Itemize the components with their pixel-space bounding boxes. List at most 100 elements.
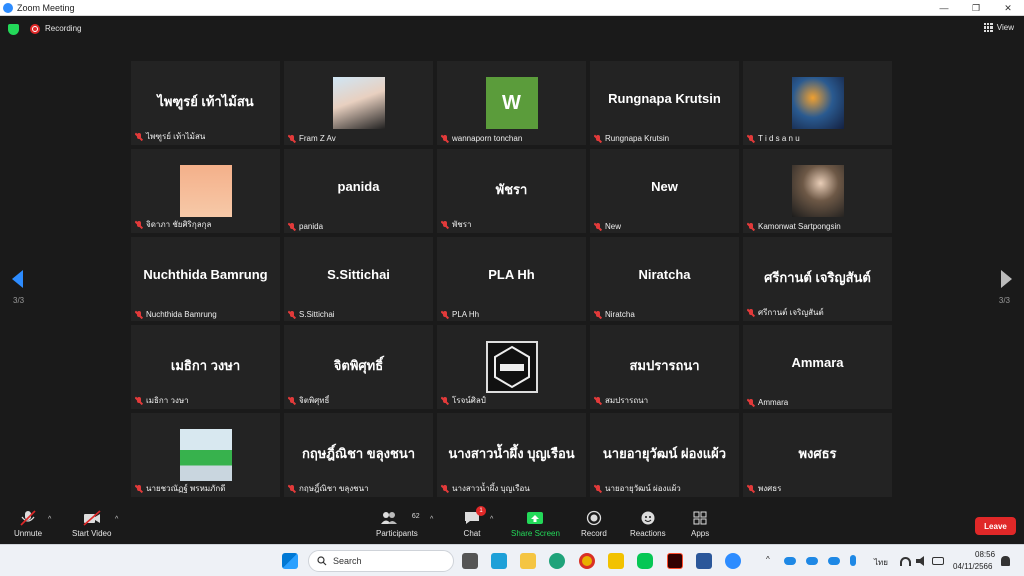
participant-tile[interactable]: Fram Z Av: [284, 61, 433, 145]
participant-tile[interactable]: Niratcha Niratcha: [590, 237, 739, 321]
audio-options-caret[interactable]: ^: [48, 516, 51, 523]
previous-page-arrow-icon[interactable]: [12, 270, 23, 288]
next-page-arrow-icon[interactable]: [1001, 270, 1012, 288]
unmute-button[interactable]: Unmute: [14, 510, 42, 538]
participant-tile[interactable]: PLA Hh PLA Hh: [437, 237, 586, 321]
security-shield-icon[interactable]: [8, 24, 19, 35]
page-indicator-left: 3/3: [13, 296, 25, 305]
participant-tile[interactable]: นายอายุวัฒน์ ผ่องแผ้ว นายอายุวัฒน์ ผ่องแผ…: [590, 413, 739, 497]
muted-mic-icon: [135, 132, 143, 141]
participant-tile[interactable]: กฤษฎิ์ณิชา ขลุงชนา กฤษฎิ์ณิชา ขลุงชนา: [284, 413, 433, 497]
participant-nameplate: โรจน์ศิลป์: [441, 394, 486, 407]
chat-unread-badge: 1: [476, 506, 486, 516]
participant-tile[interactable]: S.Sittichai S.Sittichai: [284, 237, 433, 321]
participant-tile[interactable]: ไพฑูรย์ เท้าไม้สน ไพฑูรย์ เท้าไม้สน: [131, 61, 280, 145]
sticky-notes-icon[interactable]: [608, 553, 624, 569]
edge-browser-icon[interactable]: [549, 553, 565, 569]
participant-tile[interactable]: New New: [590, 149, 739, 233]
microphone-icon[interactable]: [850, 555, 856, 566]
share-screen-button[interactable]: Share Screen: [511, 510, 560, 538]
participant-tile[interactable]: เมธิกา วงษา เมธิกา วงษา: [131, 325, 280, 409]
chrome-browser-icon[interactable]: [579, 553, 595, 569]
participant-tile[interactable]: Nuchthida Bamrung Nuchthida Bamrung: [131, 237, 280, 321]
onedrive-cloud-icon[interactable]: [784, 557, 796, 565]
maximize-button[interactable]: ❐: [960, 0, 992, 16]
participant-name-label: Ammara: [758, 398, 789, 407]
muted-mic-icon: [288, 134, 296, 143]
window-controls: — ❐ ✕: [928, 0, 1024, 16]
search-placeholder: Search: [333, 556, 362, 566]
task-view-icon[interactable]: [462, 553, 478, 569]
muted-mic-icon: [288, 310, 296, 319]
taskbar-search[interactable]: Search: [308, 550, 454, 572]
close-button[interactable]: ✕: [992, 0, 1024, 16]
participant-tile[interactable]: T i d s a n u: [743, 61, 892, 145]
chat-button[interactable]: 1 Chat: [463, 506, 486, 538]
participant-tile[interactable]: Ammara Ammara: [743, 325, 892, 409]
windows-start-icon[interactable]: [282, 553, 298, 569]
participant-tile[interactable]: จิดาภา ชัยศิริกุลกุล: [131, 149, 280, 233]
window-titlebar: Zoom Meeting — ❐ ✕: [0, 0, 1024, 16]
zoom-taskbar-icon[interactable]: [725, 553, 741, 569]
participant-nameplate: พัชรา: [441, 218, 472, 231]
wifi-icon[interactable]: [900, 557, 911, 566]
tray-overflow-caret[interactable]: ^: [766, 555, 770, 564]
participant-name-label: พงศธร: [758, 484, 782, 493]
volume-icon[interactable]: [916, 556, 924, 566]
word-icon[interactable]: [696, 553, 712, 569]
minimize-button[interactable]: —: [928, 0, 960, 16]
start-video-button[interactable]: Start Video: [72, 510, 111, 538]
participant-nameplate: T i d s a n u: [747, 134, 800, 143]
record-button[interactable]: Record: [581, 510, 607, 538]
participant-tile[interactable]: Wwannaporn tonchan: [437, 61, 586, 145]
participant-tile[interactable]: สมปรารถนา สมปรารถนา: [590, 325, 739, 409]
participant-tile[interactable]: Kamonwat Sartpongsin: [743, 149, 892, 233]
avatar-photo: [791, 77, 844, 129]
taskbar-time[interactable]: 08:56: [975, 550, 995, 559]
participant-tile[interactable]: Rungnapa Krutsin Rungnapa Krutsin: [590, 61, 739, 145]
participants-button[interactable]: 62 Participants: [376, 510, 420, 538]
participant-tile[interactable]: นายชวณัฏฐ์ พรหมภักดี: [131, 413, 280, 497]
participant-display-name: ศรีกานต์ เจริญสันต์: [764, 270, 871, 285]
reactions-button[interactable]: Reactions: [630, 510, 666, 538]
muted-mic-icon: [594, 134, 602, 143]
hexagon-logo-icon: [493, 345, 530, 389]
muted-mic-icon: [135, 220, 143, 229]
participant-nameplate: Fram Z Av: [288, 134, 336, 143]
participant-tile[interactable]: ศรีกานต์ เจริญสันต์ ศรีกานต์ เจริญสันต์: [743, 237, 892, 321]
onedrive-cloud-icon-3[interactable]: [828, 557, 840, 565]
muted-mic-icon: [747, 484, 755, 493]
chat-options-caret[interactable]: ^: [490, 516, 493, 523]
apps-grid-icon: [691, 510, 709, 526]
participant-name-label: นายอายุวัฒน์ ผ่องแผ้ว: [605, 484, 681, 493]
participant-nameplate: จิตพิศุทธิ์: [288, 394, 329, 407]
participant-nameplate: panida: [288, 222, 323, 231]
participant-tile[interactable]: พงศธร พงศธร: [743, 413, 892, 497]
app-l-icon[interactable]: [491, 553, 507, 569]
avatar-photo: [332, 77, 385, 129]
leave-button[interactable]: Leave: [975, 517, 1016, 535]
participant-name-label: Nuchthida Bamrung: [146, 310, 217, 319]
line-app-icon[interactable]: [637, 553, 653, 569]
onedrive-cloud-icon-2[interactable]: [806, 557, 818, 565]
video-options-caret[interactable]: ^: [115, 516, 118, 523]
illustrator-icon[interactable]: [667, 553, 683, 569]
battery-icon[interactable]: [932, 557, 944, 565]
muted-mic-icon: [441, 134, 449, 143]
muted-mic-icon: [135, 484, 143, 493]
participant-tile[interactable]: โรจน์ศิลป์: [437, 325, 586, 409]
participant-tile[interactable]: พัชรา พัชรา: [437, 149, 586, 233]
file-explorer-icon[interactable]: [520, 553, 536, 569]
view-button[interactable]: View: [983, 23, 1014, 32]
participant-nameplate: นางสาวน้ำผึ้ง บุญเรือน: [441, 482, 530, 495]
taskbar-date[interactable]: 04/11/2566: [953, 562, 992, 571]
notification-bell-icon[interactable]: [1001, 556, 1010, 566]
reactions-label: Reactions: [630, 529, 666, 538]
participant-tile[interactable]: นางสาวน้ำผึ้ง บุญเรือน นางสาวน้ำผึ้ง บุญเ…: [437, 413, 586, 497]
input-language[interactable]: ไทย: [874, 556, 888, 569]
participant-tile[interactable]: จิตพิศุทธิ์ จิตพิศุทธิ์: [284, 325, 433, 409]
participant-display-name: Ammara: [791, 355, 844, 370]
participant-tile[interactable]: panida panida: [284, 149, 433, 233]
participants-options-caret[interactable]: ^: [430, 516, 433, 523]
apps-button[interactable]: Apps: [691, 510, 709, 538]
